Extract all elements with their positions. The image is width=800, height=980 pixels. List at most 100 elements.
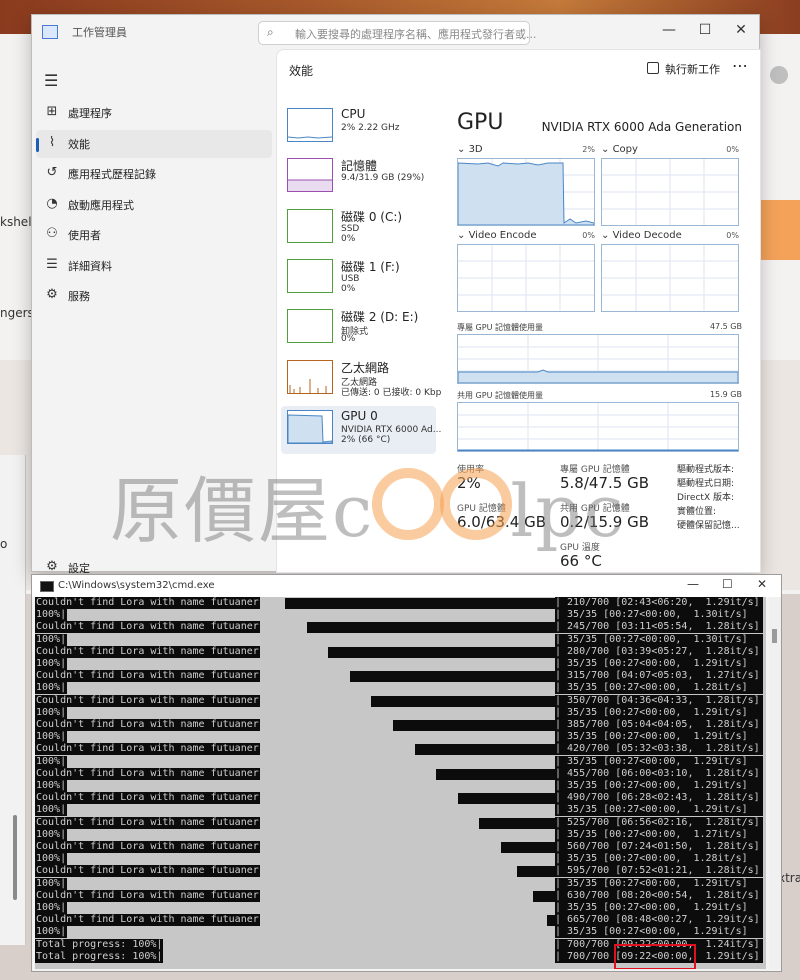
resource-item-6[interactable]: GPU 0 NVIDIA RTX 6000 Ad... 2% (66 °C) bbox=[281, 405, 441, 454]
console-line-text: 100%| bbox=[35, 633, 68, 646]
engine-3d-graph-svg bbox=[458, 159, 594, 225]
background-accent-band bbox=[757, 200, 800, 260]
sidebar-item-label: 處理程序 bbox=[68, 107, 112, 120]
console-line-text: Couldn't find Lora with name futuaner bbox=[35, 597, 260, 609]
console-line: 100%| | 35/35 [00:27<00:00, 1.30it/s] bbox=[35, 633, 766, 646]
resource-detail: 2% (66 °C) bbox=[341, 434, 391, 445]
cmd-scrollbar-thumb[interactable] bbox=[772, 629, 777, 643]
sidebar-item-1[interactable]: ⌇ 效能 bbox=[36, 129, 272, 158]
console-progress-status: | 35/35 [00:27<00:00, 1.29it/s] bbox=[555, 755, 763, 768]
resource-item-2[interactable]: 磁碟 0 (C:) SSD 0% bbox=[281, 205, 436, 253]
console-line-text: Couldn't find Lora with name futuaner bbox=[35, 670, 260, 683]
console-progress-status: | 630/700 [08:20<00:54, 1.28it/s] bbox=[555, 889, 763, 902]
console-line: Couldn't find Lora with name futuaner | 6… bbox=[35, 889, 766, 902]
console-line-text: Couldn't find Lora with name futuaner bbox=[35, 889, 260, 902]
resource-name: GPU 0 bbox=[341, 408, 378, 423]
console-progress-bar bbox=[393, 720, 555, 731]
services-puzzle-icon: ⚙ bbox=[46, 287, 58, 302]
console-line-text: Couldn't find Lora with name futuaner bbox=[35, 792, 260, 805]
console-line-text: 100%| bbox=[35, 755, 68, 768]
cmd-close-button[interactable]: ✕ bbox=[757, 577, 767, 591]
search-icon: ⌕ bbox=[267, 25, 274, 39]
background-scrollbar[interactable] bbox=[13, 815, 17, 900]
maximize-button[interactable]: ☐ bbox=[688, 15, 722, 45]
console-progress-bar bbox=[306, 622, 555, 634]
resource-item-4[interactable]: 磁碟 2 (D: E:) 卸除式 0% bbox=[281, 305, 436, 353]
sidebar-item-3[interactable]: ◔ 啟動應用程式 bbox=[36, 191, 272, 219]
dedicated-memory-max: 47.5 GB bbox=[709, 322, 742, 331]
sidebar-item-label: 應用程式歷程記錄 bbox=[68, 168, 156, 181]
search-input[interactable]: ⌕ 輸入要搜尋的處理程序名稱、應用程式發行者或... bbox=[258, 21, 537, 45]
sidebar-item-2[interactable]: ↺ 應用程式歷程記錄 bbox=[36, 160, 272, 188]
close-button[interactable]: ✕ bbox=[724, 15, 758, 45]
console-line: 100%| | 35/35 [00:27<00:00, 1.29it/s] bbox=[35, 902, 766, 914]
cmd-window-title: C:\Windows\system32\cmd.exe bbox=[58, 580, 215, 591]
console-progress-status: | 35/35 [00:27<00:00, 1.29it/s] bbox=[555, 902, 763, 914]
sidebar-item-6[interactable]: ⚙ 服務 bbox=[36, 282, 272, 310]
cmd-title-bar[interactable]: C:\Windows\system32\cmd.exe — ☐ ✕ bbox=[32, 575, 781, 597]
sidebar-item-label: 效能 bbox=[68, 137, 90, 151]
resource-name: 乙太網路 bbox=[341, 360, 390, 375]
console-output[interactable]: Total progress: 100%| | 700/700 [09:22<00… bbox=[35, 597, 766, 969]
resource-detail: NVIDIA RTX 6000 Ad... bbox=[341, 424, 442, 435]
shared-memory-label: 共用 GPU 記憶體使用量 bbox=[457, 391, 543, 400]
console-line: Couldn't find Lora with name futuaner | 4… bbox=[35, 743, 766, 756]
resource-name: 記憶體 bbox=[341, 159, 378, 174]
background-text-fragment: o bbox=[0, 537, 8, 551]
resource-sparkline bbox=[287, 359, 333, 394]
resource-item-5[interactable]: 乙太網路 乙太網路 已傳送: 0 已接收: 0 Kbp bbox=[281, 356, 441, 404]
console-progress-bar bbox=[457, 793, 555, 805]
engine-encode-graph-svg bbox=[458, 245, 594, 311]
minimize-button[interactable]: — bbox=[652, 15, 686, 45]
console-progress-bar bbox=[349, 671, 555, 683]
sidebar-item-label: 服務 bbox=[68, 290, 90, 303]
resource-detail: SSD bbox=[341, 223, 360, 234]
resource-detail: 0% bbox=[341, 283, 356, 294]
background-avatar[interactable] bbox=[770, 66, 788, 84]
dedicated-memory-label: 專屬 GPU 記憶體使用量 bbox=[457, 323, 543, 332]
resource-item-3[interactable]: 磁碟 1 (F:) USB 0% bbox=[281, 255, 436, 303]
console-line-text: Couldn't find Lora with name futuaner bbox=[35, 767, 260, 780]
console-line-text: 100%| bbox=[35, 853, 68, 866]
title-bar[interactable]: 工作管理員 ⌕ 輸入要搜尋的處理程序名稱、應用程式發行者或... — ☐ ✕ bbox=[32, 15, 759, 49]
cmd-scrollbar[interactable] bbox=[769, 597, 781, 969]
task-manager-app-icon bbox=[42, 25, 58, 39]
console-line: 100%| | 35/35 [00:27<00:00, 1.29it/s] bbox=[35, 780, 766, 792]
console-line-text: 100%| bbox=[35, 609, 68, 622]
resource-item-1[interactable]: 記憶體 9.4/31.9 GB (29%) bbox=[281, 154, 436, 202]
resource-name: 磁碟 1 (F:) bbox=[341, 259, 400, 274]
cmd-window: C:\Windows\system32\cmd.exe — ☐ ✕ Total … bbox=[31, 574, 782, 972]
resource-detail: 0% bbox=[341, 334, 356, 345]
console-progress-status: | 35/35 [00:27<00:00, 1.29it/s] bbox=[555, 877, 763, 890]
gpu-title: GPU bbox=[457, 110, 504, 135]
hamburger-menu-icon[interactable]: ☰ bbox=[44, 71, 58, 90]
directx-version-label: DirectX 版本: bbox=[677, 493, 735, 503]
search-placeholder: 輸入要搜尋的處理程序名稱、應用程式發行者或... bbox=[295, 28, 537, 41]
console-progress-status: | 35/35 [00:27<00:00, 1.29it/s] bbox=[555, 926, 763, 939]
dedicated-memory-graph bbox=[457, 334, 739, 384]
console-line: 100%| | 35/35 [00:27<00:00, 1.29it/s] bbox=[35, 706, 766, 719]
console-progress-status: | 35/35 [00:27<00:00, 1.30it/s] bbox=[555, 609, 763, 622]
gpu-model-name: NVIDIA RTX 6000 Ada Generation bbox=[541, 120, 742, 134]
console-line: Couldn't find Lora with name futuaner | 3… bbox=[35, 694, 766, 707]
cmd-maximize-button[interactable]: ☐ bbox=[722, 577, 733, 591]
sidebar-item-4[interactable]: ⚇ 使用者 bbox=[36, 221, 272, 249]
sidebar-item-label: 啟動應用程式 bbox=[68, 198, 134, 212]
sidebar-item-label: 詳細資料 bbox=[68, 259, 112, 273]
engine-name: ⌄ Video Decode bbox=[601, 230, 682, 241]
cmd-minimize-button[interactable]: — bbox=[687, 577, 699, 591]
resource-item-0[interactable]: CPU 2% 2.22 GHz bbox=[281, 104, 436, 152]
engine-graph bbox=[457, 244, 595, 312]
sidebar-item-5[interactable]: ☰ 詳細資料 bbox=[36, 252, 272, 280]
engine-graph bbox=[601, 244, 739, 312]
console-progress-status: | 35/35 [00:27<00:00, 1.28it/s] bbox=[555, 853, 763, 866]
sidebar-item-0[interactable]: ⊞ 處理程序 bbox=[36, 99, 272, 127]
console-line: Couldn't find Lora with name futuaner | 4… bbox=[35, 792, 766, 805]
driver-date-label: 驅動程式日期: bbox=[677, 479, 735, 489]
console-line-text: Couldn't find Lora with name futuaner bbox=[35, 816, 260, 829]
engine-copy-graph-svg bbox=[602, 159, 738, 225]
engine-name: ⌄ Copy bbox=[601, 144, 638, 155]
engine-graph bbox=[457, 158, 595, 226]
console-line-text: Couldn't find Lora with name futuaner bbox=[35, 621, 260, 634]
engine-percent: 0% bbox=[726, 145, 739, 154]
